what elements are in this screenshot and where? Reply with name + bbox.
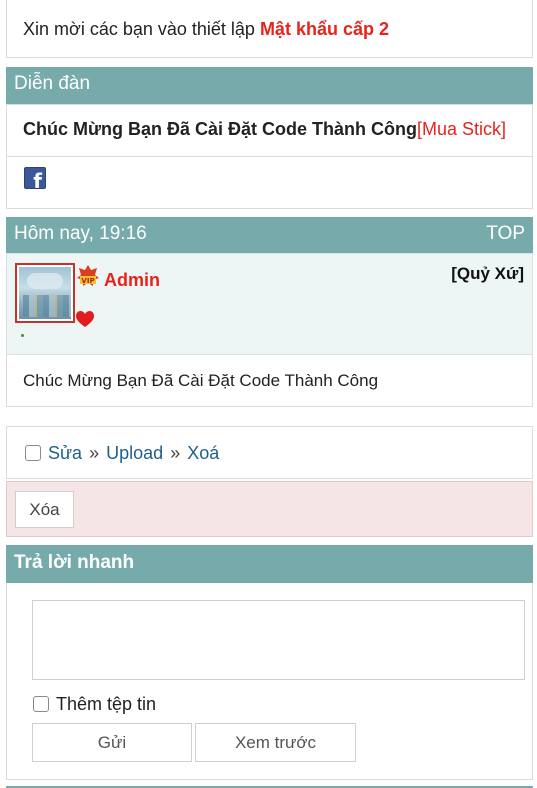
forum-label[interactable]: Diễn đàn: [14, 73, 90, 94]
upload-link[interactable]: Upload: [106, 443, 163, 463]
avatar[interactable]: [15, 263, 75, 323]
moderation-links: Sửa » Upload » Xoá: [48, 443, 219, 464]
attach-file-checkbox[interactable]: [33, 696, 49, 712]
select-post-checkbox[interactable]: [25, 445, 41, 461]
delete-button[interactable]: Xóa: [15, 491, 74, 528]
page: Xin mời các bạn vào thiết lập Mật khẩu c…: [0, 0, 537, 788]
quick-reply-box: Thêm tệp tin Gửi Xem trước: [6, 583, 533, 780]
send-button[interactable]: Gửi: [32, 723, 192, 762]
edit-link[interactable]: Sửa: [48, 443, 82, 463]
delete-box: Xóa: [6, 481, 533, 537]
separator: »: [170, 443, 181, 463]
vip-badge-icon: VIP: [77, 265, 99, 286]
online-status-dot: [21, 334, 24, 337]
share-box: f: [6, 156, 533, 209]
notice-text: Xin mời các bạn vào thiết lập Mật khẩu c…: [23, 19, 389, 40]
topic-title: Chúc Mừng Bạn Đã Cài Đặt Code Thành Công…: [23, 119, 506, 140]
top-link[interactable]: TOP: [486, 217, 525, 251]
attach-file-label: Thêm tệp tin: [56, 694, 157, 714]
author-panel: VIP Admin [Quỷ Xứ]: [6, 253, 533, 355]
topic-title-box: Chúc Mừng Bạn Đã Cài Đặt Code Thành Công…: [6, 104, 533, 157]
quick-reply-header: Trả lời nhanh: [6, 545, 533, 583]
delete-link[interactable]: Xoá: [187, 443, 219, 463]
post-content-box: Chúc Mừng Bạn Đã Cài Đặt Code Thành Công: [6, 355, 533, 407]
heart-icon: [76, 311, 94, 327]
author-role: [Quỷ Xứ]: [451, 264, 524, 283]
topic-title-text: Chúc Mừng Bạn Đã Cài Đặt Code Thành Công: [23, 119, 418, 139]
author-name[interactable]: Admin: [104, 270, 160, 291]
preview-button[interactable]: Xem trước: [195, 723, 356, 762]
notice-box: Xin mời các bạn vào thiết lập Mật khẩu c…: [6, 0, 533, 58]
second-password-link[interactable]: Mật khẩu cấp 2: [260, 19, 389, 39]
forum-header: Diễn đàn: [6, 67, 533, 104]
reply-textarea[interactable]: [32, 600, 525, 680]
buy-stick-link[interactable]: [Mua Stick]: [417, 119, 506, 139]
separator: »: [89, 443, 100, 463]
facebook-icon[interactable]: f: [24, 167, 46, 189]
svg-text:VIP: VIP: [81, 277, 94, 285]
post-time: Hôm nay, 19:16: [14, 223, 147, 244]
post-content: Chúc Mừng Bạn Đã Cài Đặt Code Thành Công: [23, 371, 379, 390]
moderation-box: Sửa » Upload » Xoá: [6, 426, 533, 479]
quick-reply-title: Trả lời nhanh: [14, 552, 135, 573]
post-header: Hôm nay, 19:16 TOP: [6, 217, 533, 253]
notice-message: Xin mời các bạn vào thiết lập: [23, 19, 260, 39]
